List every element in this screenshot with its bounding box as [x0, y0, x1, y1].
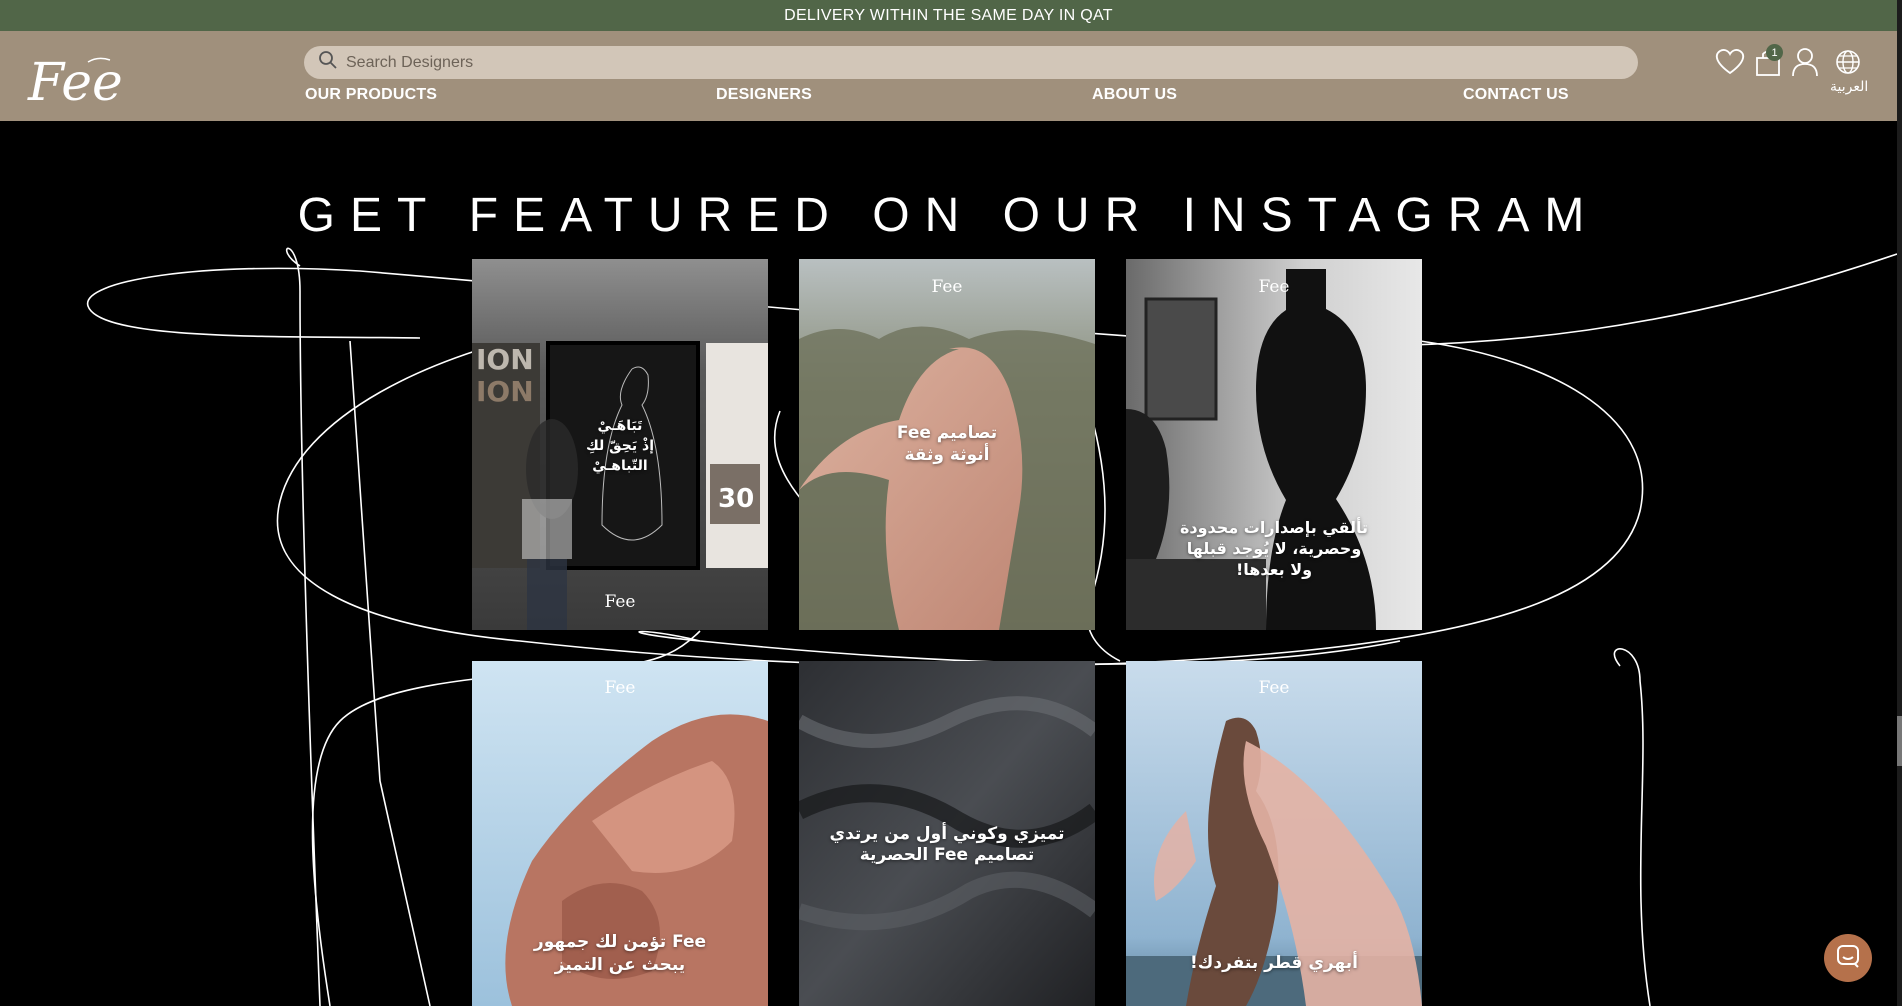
- scrollbar-thumb[interactable]: [1897, 716, 1902, 766]
- post-caption: تميزي وكوني أول من يرتدي تصاميم Fee الحص…: [829, 824, 1065, 865]
- chat-icon: [1835, 943, 1861, 974]
- nav-designers[interactable]: DESIGNERS: [716, 86, 812, 104]
- post-logo: Fee: [1258, 678, 1290, 698]
- svg-text:ION: ION: [476, 343, 534, 376]
- post-logo: Fee: [1258, 277, 1290, 297]
- site-header: Fee OUR PRODUCTS DESIGNERS ABOUT US CONT…: [0, 31, 1897, 121]
- search-input[interactable]: [346, 53, 1546, 72]
- announcement-text: DELIVERY WITHIN THE SAME DAY IN QAT: [784, 6, 1113, 24]
- page-scrollbar[interactable]: [1897, 0, 1902, 1006]
- instagram-post[interactable]: Fee تألقي بإصدارات محدودة وحصرية، لا يُو…: [1126, 259, 1422, 630]
- user-icon[interactable]: [1791, 47, 1819, 82]
- post-caption: تَبَاهَـيْ إذْ يَحِقّ لكِ التّباهـيْ: [586, 418, 654, 474]
- svg-text:ION: ION: [476, 375, 534, 408]
- instagram-post[interactable]: 30 ION ION تَبَاهَـيْ إذْ يَحِقّ لكِ الت…: [472, 259, 768, 630]
- post-caption: Fee تؤمن لك جمهور يبحث عن التميز: [533, 932, 707, 975]
- instagram-post[interactable]: تميزي وكوني أول من يرتدي تصاميم Fee الحص…: [799, 661, 1095, 1006]
- nav-about-us[interactable]: ABOUT US: [1092, 86, 1177, 104]
- section-heading: GET FEATURED ON OUR INSTAGRAM: [297, 189, 1600, 242]
- post-caption: تألقي بإصدارات محدودة وحصرية، لا يُوجد ق…: [1179, 518, 1369, 579]
- cart-count-badge: 1: [1766, 44, 1783, 61]
- instagram-section: GET FEATURED ON OUR INSTAGRAM 30 ION ION…: [0, 121, 1897, 1006]
- heart-icon[interactable]: [1714, 47, 1746, 80]
- post-logo: Fee: [604, 592, 636, 612]
- post-caption: أبهري قطر بتفردك!: [1190, 953, 1358, 973]
- search-icon: [318, 50, 338, 75]
- svg-text:30: 30: [718, 484, 754, 514]
- brand-logo[interactable]: Fee: [26, 46, 123, 113]
- globe-icon[interactable]: [1835, 49, 1861, 80]
- announcement-bar: DELIVERY WITHIN THE SAME DAY IN QAT: [0, 0, 1897, 31]
- post-logo: Fee: [931, 277, 963, 297]
- nav-our-products[interactable]: OUR PRODUCTS: [305, 86, 437, 104]
- language-toggle[interactable]: العربية: [1830, 79, 1868, 95]
- svg-text:Fee: Fee: [27, 53, 122, 110]
- nav-contact-us[interactable]: CONTACT US: [1463, 86, 1569, 104]
- search-bar[interactable]: [304, 46, 1638, 79]
- post-caption: تصاميم Fee أنوثة وثقة: [896, 423, 998, 465]
- post-logo: Fee: [604, 678, 636, 698]
- instagram-post[interactable]: Fee Fee تؤمن لك جمهور يبحث عن التميز: [472, 661, 768, 1006]
- chat-button[interactable]: [1824, 934, 1872, 982]
- instagram-post[interactable]: Fee أبهري قطر بتفردك!: [1126, 661, 1422, 1006]
- instagram-post[interactable]: Fee تصاميم Fee أنوثة وثقة: [799, 259, 1095, 630]
